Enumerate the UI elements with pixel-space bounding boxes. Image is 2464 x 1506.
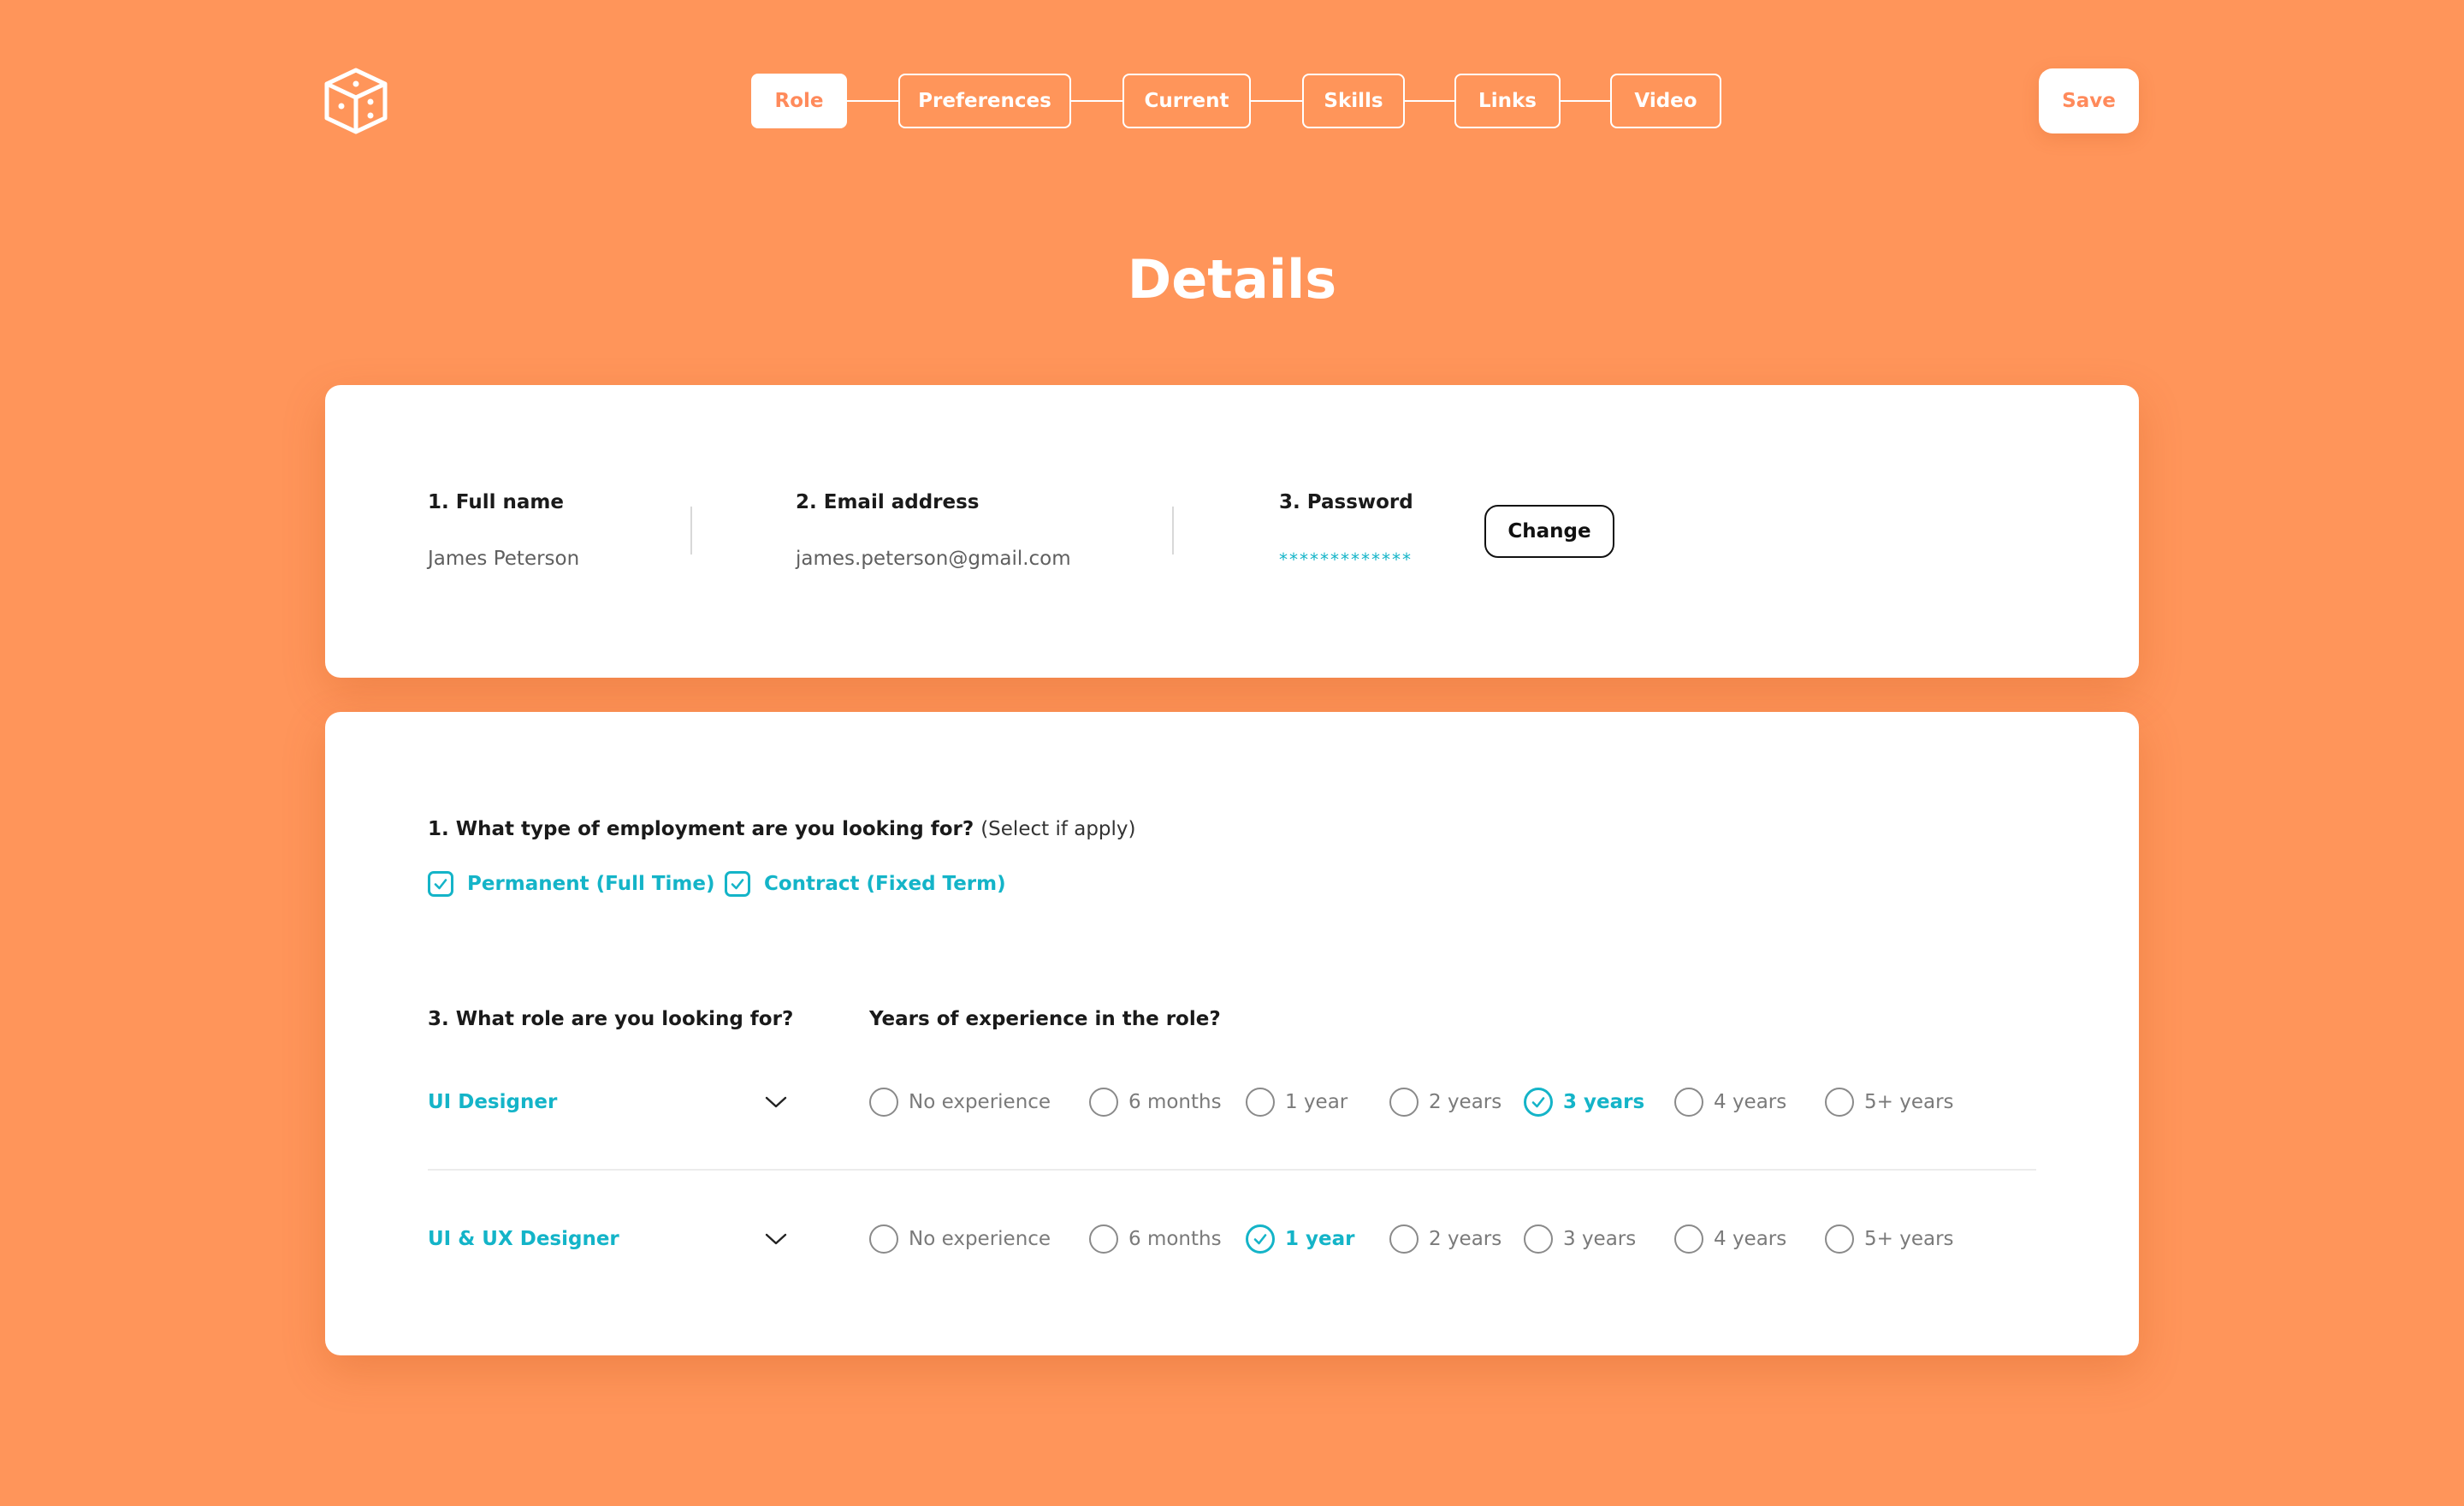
employment-hint: (Select if apply)	[980, 818, 1136, 840]
role-select-2[interactable]: UI & UX Designer	[428, 1222, 787, 1256]
radio-option-5-plus-years[interactable]: 5+ years	[1825, 1085, 1954, 1119]
radio-label: 4 years	[1714, 1091, 1787, 1113]
radio-option-4-years[interactable]: 4 years	[1674, 1222, 1786, 1256]
radio-circle[interactable]	[1089, 1224, 1118, 1254]
role-select-1[interactable]: UI Designer	[428, 1085, 787, 1119]
password-label: 3. Password	[1279, 491, 1413, 513]
step-current[interactable]: Current	[1122, 74, 1251, 128]
radio-option-1-year[interactable]: 1 year	[1246, 1222, 1354, 1256]
radio-circle[interactable]	[1825, 1088, 1854, 1117]
dice-cube-icon[interactable]	[323, 67, 388, 135]
step-connector	[1561, 100, 1610, 102]
email-label: 2. Email address	[796, 491, 980, 513]
experience-question: Years of experience in the role?	[869, 1008, 1221, 1030]
employment-option-permanent[interactable]: Permanent (Full Time)	[428, 871, 715, 897]
field-divider	[690, 507, 692, 554]
field-divider	[1172, 507, 1174, 554]
radio-circle[interactable]	[1674, 1088, 1703, 1117]
progress-stepper: Role Preferences Current Skills Links Vi…	[751, 74, 1721, 128]
account-card: 1. Full name James Peterson 2. Email add…	[325, 385, 2139, 678]
employment-option-label: Contract (Fixed Term)	[764, 873, 1006, 895]
radio-circle[interactable]	[1089, 1088, 1118, 1117]
radio-circle[interactable]	[1825, 1224, 1854, 1254]
radio-circle[interactable]	[1389, 1224, 1419, 1254]
radio-circle[interactable]	[869, 1088, 898, 1117]
radio-label: 3 years	[1563, 1228, 1637, 1250]
password-value: *************	[1279, 549, 1413, 570]
full-name-label: 1. Full name	[428, 491, 564, 513]
radio-circle-checked[interactable]	[1246, 1224, 1275, 1254]
radio-option-5-plus-years[interactable]: 5+ years	[1825, 1222, 1954, 1256]
row-divider	[428, 1169, 2036, 1171]
radio-option-4-years[interactable]: 4 years	[1674, 1085, 1786, 1119]
employment-option-label: Permanent (Full Time)	[467, 873, 715, 895]
radio-option-3-years[interactable]: 3 years	[1524, 1085, 1644, 1119]
step-preferences[interactable]: Preferences	[898, 74, 1071, 128]
radio-label: 3 years	[1563, 1091, 1645, 1113]
checkbox-checked[interactable]	[725, 871, 750, 897]
step-video[interactable]: Video	[1610, 74, 1721, 128]
change-password-button[interactable]: Change	[1484, 505, 1614, 558]
radio-circle-checked[interactable]	[1524, 1088, 1553, 1117]
full-name-value[interactable]: James Peterson	[428, 548, 579, 570]
radio-label: 5+ years	[1864, 1228, 1954, 1250]
radio-label: 6 months	[1128, 1228, 1222, 1250]
chevron-down-icon[interactable]	[765, 1095, 787, 1109]
step-connector	[1405, 100, 1454, 102]
radio-circle[interactable]	[869, 1224, 898, 1254]
radio-label: 5+ years	[1864, 1091, 1954, 1113]
radio-option-1-year[interactable]: 1 year	[1246, 1085, 1348, 1119]
employment-option-contract[interactable]: Contract (Fixed Term)	[725, 871, 1006, 897]
step-links[interactable]: Links	[1454, 74, 1561, 128]
role-question: 3. What role are you looking for?	[428, 1008, 794, 1030]
chevron-down-icon[interactable]	[765, 1232, 787, 1246]
role-select-value: UI & UX Designer	[428, 1228, 619, 1250]
radio-option-3-years[interactable]: 3 years	[1524, 1222, 1636, 1256]
radio-circle[interactable]	[1246, 1088, 1275, 1117]
radio-circle[interactable]	[1524, 1224, 1553, 1254]
radio-option-no-experience[interactable]: No experience	[869, 1085, 1051, 1119]
radio-label: 2 years	[1429, 1228, 1502, 1250]
step-role[interactable]: Role	[751, 74, 847, 128]
radio-label: 6 months	[1128, 1091, 1222, 1113]
radio-option-no-experience[interactable]: No experience	[869, 1222, 1051, 1256]
role-card: 1. What type of employment are you looki…	[325, 712, 2139, 1355]
radio-label: 2 years	[1429, 1091, 1502, 1113]
role-select-value: UI Designer	[428, 1091, 558, 1113]
radio-option-2-years[interactable]: 2 years	[1389, 1222, 1502, 1256]
employment-question: 1. What type of employment are you looki…	[428, 818, 1136, 840]
details-page: Role Preferences Current Skills Links Vi…	[0, 0, 2464, 1506]
radio-circle[interactable]	[1674, 1224, 1703, 1254]
radio-circle[interactable]	[1389, 1088, 1419, 1117]
checkbox-checked[interactable]	[428, 871, 453, 897]
radio-label: 1 year	[1285, 1091, 1348, 1113]
save-button[interactable]: Save	[2039, 68, 2139, 133]
step-connector	[1251, 100, 1302, 102]
radio-label: No experience	[909, 1091, 1051, 1113]
radio-label: 1 year	[1285, 1228, 1355, 1250]
radio-label: No experience	[909, 1228, 1051, 1250]
step-skills[interactable]: Skills	[1302, 74, 1405, 128]
radio-label: 4 years	[1714, 1228, 1787, 1250]
radio-option-6-months[interactable]: 6 months	[1089, 1085, 1222, 1119]
employment-question-text: 1. What type of employment are you looki…	[428, 818, 974, 840]
radio-option-2-years[interactable]: 2 years	[1389, 1085, 1502, 1119]
step-connector	[847, 100, 898, 102]
step-connector	[1071, 100, 1122, 102]
radio-option-6-months[interactable]: 6 months	[1089, 1222, 1222, 1256]
page-title: Details	[1127, 248, 1337, 311]
email-value[interactable]: james.peterson@gmail.com	[796, 548, 1071, 570]
